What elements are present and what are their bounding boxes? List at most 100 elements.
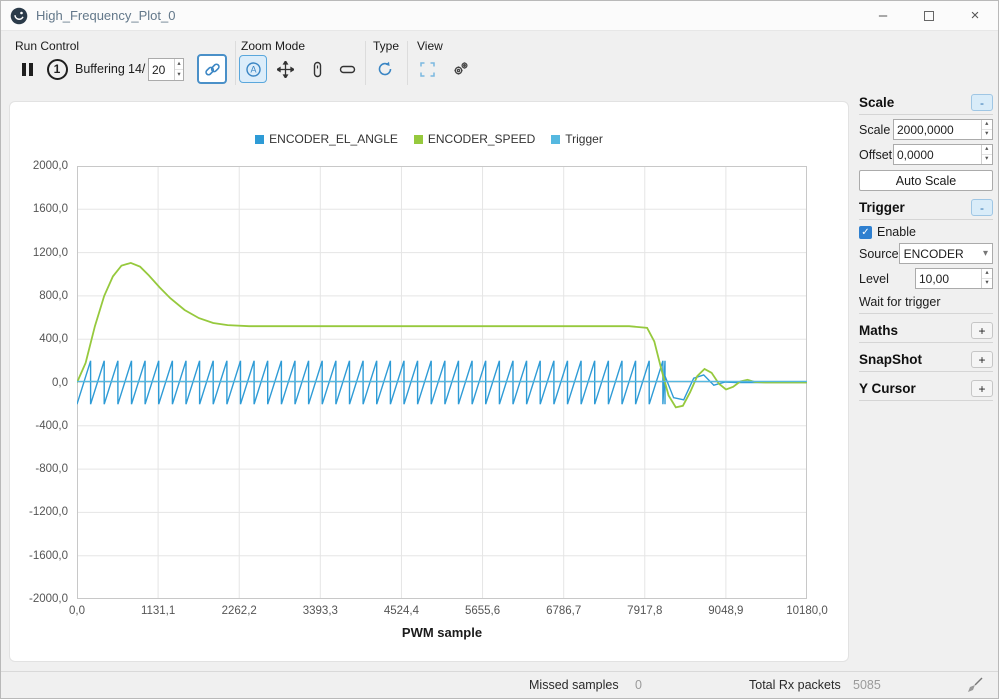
x-tick-label: 4524,4 (384, 605, 419, 617)
scale-field-label: Scale (859, 123, 890, 137)
app-icon (10, 7, 28, 25)
legend: ENCODER_EL_ANGLE ENCODER_SPEED Trigger (10, 132, 848, 146)
offset-field-label: Offset (859, 148, 892, 162)
legend-item-ENCODER_EL_ANGLE[interactable]: ENCODER_EL_ANGLE (255, 132, 398, 146)
spin-up-icon[interactable]: ▴ (982, 269, 992, 279)
spin-up-icon[interactable]: ▴ (175, 59, 183, 70)
single-shot-button[interactable]: 1 (43, 55, 71, 83)
maths-section-title: Maths (859, 323, 898, 338)
horizontal-zoom-icon (339, 61, 356, 78)
run-control-group-label: Run Control (15, 39, 79, 53)
spin-down-icon[interactable]: ▾ (982, 279, 992, 288)
snapshot-expand-button[interactable]: + (971, 351, 993, 368)
y-tick-label: 0,0 (52, 377, 68, 389)
zoom-xy-button[interactable] (271, 55, 299, 83)
spin-down-icon[interactable]: ▾ (982, 155, 993, 164)
toolbar-separator (235, 41, 236, 85)
scale-section-header: Scale - (859, 93, 993, 115)
scale-spinbox[interactable]: ▴ ▾ (893, 119, 993, 140)
buffer-count-spinbox[interactable]: ▴ ▾ (148, 58, 184, 81)
maximize-button[interactable] (906, 1, 952, 30)
scale-spin-arrows: ▴ ▾ (981, 120, 993, 139)
y-cursor-section-header: Y Cursor + (859, 379, 993, 401)
fit-screen-icon (419, 61, 436, 78)
level-spin-arrows: ▴ ▾ (981, 269, 992, 288)
link-icon (204, 61, 221, 78)
offset-spinbox[interactable]: ▴ ▾ (893, 144, 993, 165)
minimize-button[interactable]: – (860, 1, 906, 30)
spin-down-icon[interactable]: ▾ (982, 130, 993, 139)
legend-item-Trigger[interactable]: Trigger (551, 132, 603, 146)
pause-button[interactable] (13, 55, 41, 83)
missed-samples-value: 0 (635, 678, 642, 692)
plot-type-button[interactable] (371, 55, 399, 83)
legend-label: Trigger (565, 132, 603, 146)
window-title: High_Frequency_Plot_0 (36, 8, 175, 23)
trigger-source-row: Source ENCODER ▾ (859, 243, 993, 264)
legend-item-ENCODER_SPEED[interactable]: ENCODER_SPEED (414, 132, 535, 146)
gears-icon (452, 60, 470, 78)
type-group-label: Type (373, 39, 399, 53)
y-tick-label: 1600,0 (33, 203, 68, 215)
chevron-down-icon: ▾ (983, 248, 988, 259)
fit-view-button[interactable] (413, 55, 441, 83)
buffer-count-arrows: ▴ ▾ (174, 59, 183, 80)
x-tick-label: 0,0 (69, 605, 85, 617)
offset-field-row: Offset ▴ ▾ (859, 144, 993, 165)
zoom-horizontal-button[interactable] (333, 55, 361, 83)
y-tick-label: -1600,0 (29, 550, 68, 562)
zoom-mode-group-label: Zoom Mode (241, 39, 305, 53)
close-button[interactable]: × (952, 1, 998, 30)
trigger-level-input[interactable] (916, 269, 981, 288)
buffer-count-input[interactable] (149, 59, 174, 80)
trigger-section-header: Trigger - (859, 198, 993, 220)
trigger-source-select[interactable]: ENCODER ▾ (899, 243, 993, 264)
y-tick-label: 2000,0 (33, 160, 68, 172)
y-tick-label: -400,0 (35, 420, 68, 432)
view-group-label: View (417, 39, 443, 53)
y-tick-label: 400,0 (39, 333, 68, 345)
plot-settings-button[interactable] (447, 55, 475, 83)
snapshot-section-title: SnapShot (859, 352, 922, 367)
maths-section-header: Maths + (859, 321, 993, 343)
trigger-enable-label: Enable (877, 225, 916, 239)
zoom-vertical-button[interactable] (303, 55, 331, 83)
status-bar: Missed samples 0 Total Rx packets 5085 (1, 671, 998, 698)
chart-svg[interactable] (77, 166, 807, 599)
spin-up-icon[interactable]: ▴ (982, 145, 993, 155)
window-controls: – × (860, 1, 998, 30)
y-tick-label: 800,0 (39, 290, 68, 302)
vertical-zoom-icon (309, 61, 326, 78)
spin-down-icon[interactable]: ▾ (175, 70, 183, 80)
y-tick-label: -1200,0 (29, 506, 68, 518)
svg-text:A: A (250, 64, 256, 74)
trigger-level-spinbox[interactable]: ▴ ▾ (915, 268, 993, 289)
refresh-circular-icon (376, 60, 394, 78)
spin-up-icon[interactable]: ▴ (982, 120, 993, 130)
chart-area[interactable] (77, 166, 807, 599)
total-rx-label: Total Rx packets (749, 678, 841, 692)
zoom-auto-button[interactable]: A (239, 55, 267, 83)
clear-icon[interactable] (966, 676, 984, 694)
trigger-collapse-button[interactable]: - (971, 199, 993, 216)
scale-collapse-button[interactable]: - (971, 94, 993, 111)
maths-expand-button[interactable]: + (971, 322, 993, 339)
scale-section-title: Scale (859, 95, 894, 110)
trigger-enable-row: ✓ Enable (859, 225, 993, 239)
missed-samples-label: Missed samples (529, 678, 619, 692)
total-rx-value: 5085 (853, 678, 881, 692)
buffering-label: Buffering (75, 62, 125, 76)
auto-scale-button[interactable]: Auto Scale (859, 170, 993, 191)
toolbar-separator (365, 41, 366, 85)
scale-field-row: Scale ▴ ▾ (859, 119, 993, 140)
trigger-source-value: ENCODER (904, 247, 964, 261)
zoom-auto-icon: A (245, 61, 262, 78)
offset-input[interactable] (894, 145, 981, 164)
scale-input[interactable] (894, 120, 981, 139)
trigger-enable-checkbox[interactable]: ✓ (859, 226, 872, 239)
link-plots-button[interactable] (197, 54, 227, 84)
y-tick-label: 1200,0 (33, 247, 68, 259)
y-cursor-expand-button[interactable]: + (971, 380, 993, 397)
y-cursor-section-title: Y Cursor (859, 381, 916, 396)
legend-label: ENCODER_EL_ANGLE (269, 132, 398, 146)
